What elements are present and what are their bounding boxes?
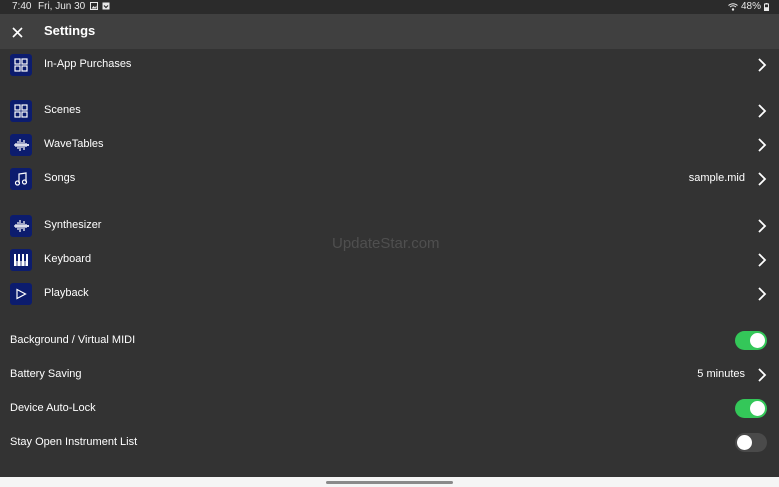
- row-label: Battery Saving: [10, 368, 82, 380]
- gallery-icon: [90, 2, 98, 10]
- status-right: 48%: [728, 1, 769, 12]
- gesture-handle[interactable]: [326, 481, 453, 484]
- waveform-icon: [10, 215, 32, 237]
- row-device-auto-lock: Device Auto-Lock: [0, 392, 779, 426]
- row-label: Synthesizer: [44, 219, 102, 231]
- row-background-midi: Background / Virtual MIDI: [0, 324, 779, 358]
- toggle-knob: [737, 435, 752, 450]
- battery-percent: 48%: [740, 1, 761, 12]
- close-icon: [11, 26, 23, 38]
- row-label: Songs: [44, 172, 76, 184]
- grid-icon: [10, 100, 32, 122]
- page-title: Settings: [44, 23, 96, 38]
- battery-icon: [764, 2, 769, 11]
- status-bar: 7:40 Fri, Jun 30 48%: [0, 0, 779, 14]
- status-time: 7:40: [12, 1, 32, 12]
- watermark: UpdateStar.com: [332, 235, 440, 252]
- play-icon: [10, 283, 32, 305]
- row-label: Playback: [44, 287, 89, 299]
- close-button[interactable]: [8, 23, 26, 41]
- row-label: Device Auto-Lock: [10, 402, 96, 414]
- row-scenes[interactable]: Scenes: [0, 94, 779, 128]
- row-in-app-purchases[interactable]: In-App Purchases: [0, 48, 779, 82]
- row-label: Keyboard: [44, 253, 92, 265]
- row-label: In-App Purchases: [44, 58, 132, 70]
- download-icon: [102, 2, 110, 10]
- row-stay-open-instrument-list: Stay Open Instrument List: [0, 426, 779, 460]
- chevron-right-icon: [758, 104, 767, 118]
- app-bar: Settings: [0, 14, 779, 49]
- chevron-right-icon: [758, 287, 767, 301]
- toggle-knob: [750, 401, 765, 416]
- chevron-right-icon: [758, 172, 767, 186]
- row-value: 5 minutes: [697, 368, 745, 380]
- row-songs[interactable]: Songs sample.mid: [0, 162, 779, 196]
- stay-open-toggle[interactable]: [735, 433, 767, 452]
- row-wavetables[interactable]: WaveTables: [0, 128, 779, 162]
- music-note-icon: [10, 168, 32, 190]
- status-date: Fri, Jun 30: [38, 1, 86, 12]
- row-value: sample.mid: [688, 172, 745, 184]
- navigation-bar: [0, 477, 779, 487]
- wifi-icon: [728, 2, 738, 11]
- chevron-right-icon: [758, 58, 767, 72]
- piano-keys-icon: [10, 249, 32, 271]
- chevron-right-icon: [758, 219, 767, 233]
- background-midi-toggle[interactable]: [735, 331, 767, 350]
- chevron-right-icon: [758, 138, 767, 152]
- toggle-knob: [750, 333, 765, 348]
- row-label: Background / Virtual MIDI: [10, 334, 136, 346]
- row-label: WaveTables: [44, 138, 104, 150]
- row-label: Scenes: [44, 104, 81, 116]
- auto-lock-toggle[interactable]: [735, 399, 767, 418]
- grid-icon: [10, 54, 32, 76]
- waveform-icon: [10, 134, 32, 156]
- row-playback[interactable]: Playback: [0, 277, 779, 311]
- chevron-right-icon: [758, 368, 767, 382]
- row-label: Stay Open Instrument List: [10, 436, 138, 448]
- row-battery-saving[interactable]: Battery Saving 5 minutes: [0, 358, 779, 392]
- chevron-right-icon: [758, 253, 767, 267]
